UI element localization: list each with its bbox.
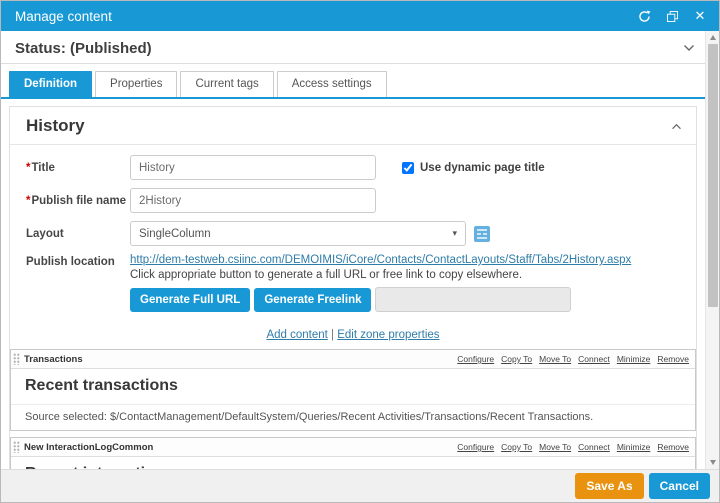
publish-file-name-input[interactable] xyxy=(130,188,376,213)
definition-form: *Title Use dynamic page title *Publish f… xyxy=(10,145,696,322)
required-marker: * xyxy=(26,195,30,207)
vertical-scrollbar[interactable] xyxy=(705,31,719,469)
dialog-content: Status: (Published) Definition Propertie… xyxy=(1,31,719,469)
zone-heading: Recent interactions xyxy=(25,465,681,469)
publish-file-name-label: *Publish file name xyxy=(26,195,130,207)
minimize-link[interactable]: Minimize xyxy=(617,354,651,364)
dialog-footer: Save As Cancel xyxy=(1,469,719,502)
publish-location-label: Publish location xyxy=(26,254,130,268)
scroll-up-icon[interactable] xyxy=(706,31,719,44)
save-as-button[interactable]: Save As xyxy=(575,473,643,499)
tab-access-settings[interactable]: Access settings xyxy=(277,71,387,97)
freelink-output-input xyxy=(375,287,571,312)
manage-content-dialog: Manage content ✕ Status: (Published) Def… xyxy=(0,0,720,503)
required-marker: * xyxy=(26,162,30,174)
status-label: Status: (Published) xyxy=(15,40,152,57)
zone-body: Recent transactions xyxy=(11,369,695,405)
tab-strip: Definition Properties Current tags Acces… xyxy=(1,64,705,97)
zone-name: New InteractionLogCommon xyxy=(24,442,153,453)
remove-link[interactable]: Remove xyxy=(657,354,689,364)
close-icon[interactable]: ✕ xyxy=(693,9,707,23)
layout-picker-icon[interactable] xyxy=(474,226,490,242)
publish-file-name-row: *Publish file name xyxy=(26,188,680,213)
connect-link[interactable]: Connect xyxy=(578,354,610,364)
zone-actions: Add content | Edit zone properties xyxy=(10,322,696,349)
generate-full-url-button[interactable]: Generate Full URL xyxy=(130,288,250,312)
zone-header: Transactions Configure Copy To Move To C… xyxy=(11,350,695,369)
chevron-down-icon xyxy=(683,39,695,57)
edit-zone-properties-link[interactable]: Edit zone properties xyxy=(337,329,439,341)
layout-label: Layout xyxy=(26,228,130,240)
layout-row: Layout SingleColumn ▾ xyxy=(26,221,680,246)
zone-source-text: Source selected: $/ContactManagement/Def… xyxy=(11,405,695,430)
titlebar-icons: ✕ xyxy=(637,9,707,23)
cancel-button[interactable]: Cancel xyxy=(649,473,710,499)
window-title: Manage content xyxy=(15,9,112,24)
tab-underline xyxy=(1,97,705,99)
layout-selected-value: SingleColumn xyxy=(139,228,211,240)
content-zone-transactions: Transactions Configure Copy To Move To C… xyxy=(10,349,696,431)
select-dropdown-arrow-icon: ▾ xyxy=(452,228,457,239)
publish-location-row: Publish location http://dem-testweb.csii… xyxy=(26,254,680,312)
copy-to-link[interactable]: Copy To xyxy=(501,442,532,452)
zone-actions-separator: | xyxy=(328,329,337,341)
zone-link-bar: Configure Copy To Move To Connect Minimi… xyxy=(457,354,689,364)
publish-location-link[interactable]: http://dem-testweb.csiinc.com/DEMOIMIS/i… xyxy=(130,254,631,266)
scroll-down-icon[interactable] xyxy=(706,456,719,469)
title-bar: Manage content ✕ xyxy=(1,1,719,31)
generate-freelink-button[interactable]: Generate Freelink xyxy=(254,288,371,312)
dynamic-title-option: Use dynamic page title xyxy=(402,162,545,174)
section-title: History xyxy=(26,116,85,136)
zone-name: Transactions xyxy=(24,354,83,365)
restore-window-icon[interactable] xyxy=(665,9,679,23)
add-content-link[interactable]: Add content xyxy=(266,329,327,341)
scrollbar-thumb[interactable] xyxy=(708,44,718,307)
tab-properties[interactable]: Properties xyxy=(95,71,177,97)
tab-definition[interactable]: Definition xyxy=(9,71,92,97)
move-to-link[interactable]: Move To xyxy=(539,442,571,452)
layout-select[interactable]: SingleColumn ▾ xyxy=(130,221,466,246)
refresh-icon[interactable] xyxy=(637,9,651,23)
status-header[interactable]: Status: (Published) xyxy=(1,31,705,64)
configure-link[interactable]: Configure xyxy=(457,442,494,452)
zone-body: Recent interactions xyxy=(11,457,695,469)
title-input[interactable] xyxy=(130,155,376,180)
title-label: *Title xyxy=(26,162,130,174)
definition-panel: History *Title Use dynamic page title *P… xyxy=(9,106,697,469)
publish-location-hint: Click appropriate button to generate a f… xyxy=(130,269,631,281)
history-section-header[interactable]: History xyxy=(10,107,696,145)
tab-current-tags[interactable]: Current tags xyxy=(180,71,273,97)
chevron-up-icon xyxy=(671,117,682,135)
use-dynamic-page-title-checkbox[interactable] xyxy=(402,162,414,174)
copy-to-link[interactable]: Copy To xyxy=(501,354,532,364)
dynamic-title-label: Use dynamic page title xyxy=(420,162,545,174)
move-to-link[interactable]: Move To xyxy=(539,354,571,364)
publish-location-content: http://dem-testweb.csiinc.com/DEMOIMIS/i… xyxy=(130,254,631,312)
content-zone-interactions: New InteractionLogCommon Configure Copy … xyxy=(10,437,696,469)
drag-handle-icon[interactable] xyxy=(13,441,20,453)
zone-heading: Recent transactions xyxy=(25,377,681,395)
connect-link[interactable]: Connect xyxy=(578,442,610,452)
drag-handle-icon[interactable] xyxy=(13,353,20,365)
title-row: *Title Use dynamic page title xyxy=(26,155,680,180)
zone-link-bar: Configure Copy To Move To Connect Minimi… xyxy=(457,442,689,452)
remove-link[interactable]: Remove xyxy=(657,442,689,452)
configure-link[interactable]: Configure xyxy=(457,354,494,364)
zone-header: New InteractionLogCommon Configure Copy … xyxy=(11,438,695,457)
generate-buttons-row: Generate Full URL Generate Freelink xyxy=(130,287,631,312)
minimize-link[interactable]: Minimize xyxy=(617,442,651,452)
